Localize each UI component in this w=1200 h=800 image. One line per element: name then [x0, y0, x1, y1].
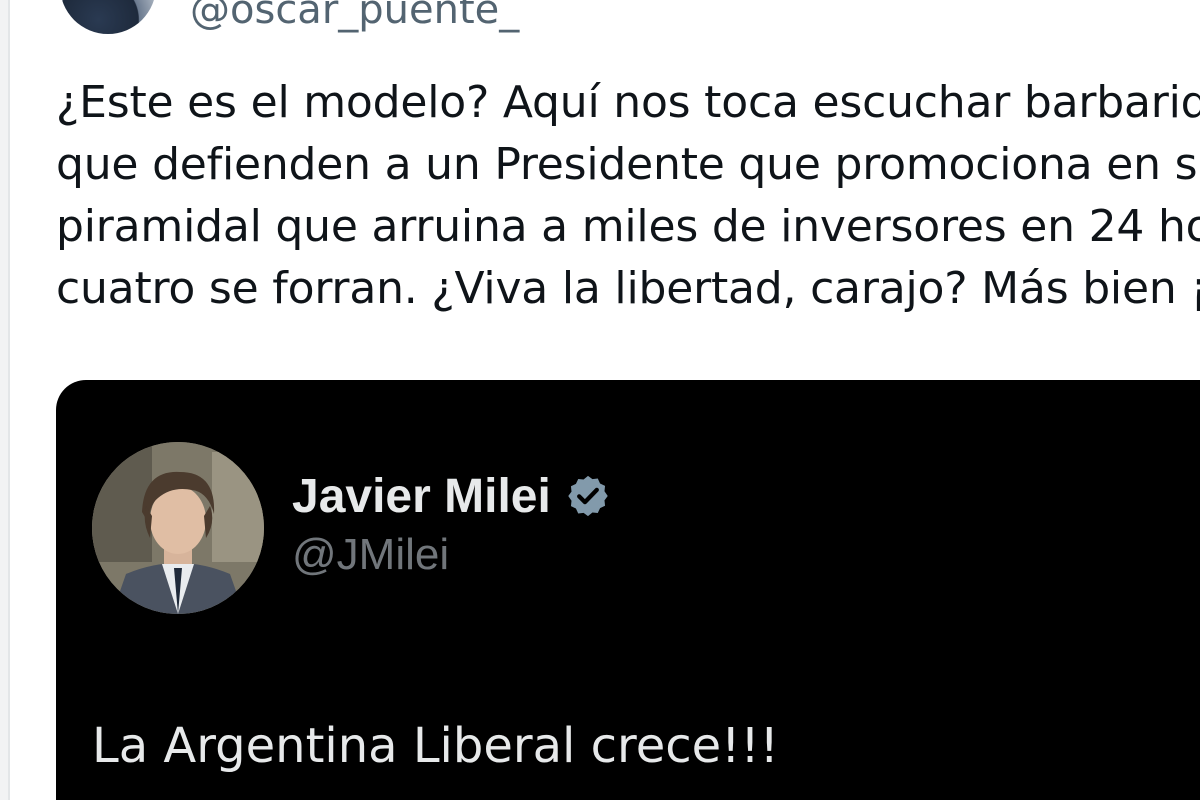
tweet-text-line: cuatro se forran. ¿Viva la libertad, car… — [56, 263, 1200, 314]
quoted-author-handle[interactable]: @JMilei — [292, 530, 449, 580]
verified-badge-icon — [565, 473, 611, 519]
tweet-text-line: piramidal que arruina a miles de inverso… — [56, 201, 1200, 252]
quoted-author-avatar[interactable] — [92, 442, 264, 614]
author-handle[interactable]: @oscar_puente_ — [190, 0, 519, 34]
quoted-tweet-card[interactable]: Javier Milei @JMilei La Argentina Libera… — [56, 380, 1200, 800]
author-avatar[interactable] — [60, 0, 156, 34]
tweet-text-line: que defienden a un Presidente que promoc… — [56, 139, 1200, 190]
window-left-border — [0, 0, 10, 800]
tweet-text-line: ¿Este es el modelo? Aquí nos toca escuch… — [56, 77, 1200, 128]
quoted-author-name-row: Javier Milei — [292, 468, 611, 524]
quoted-author-name[interactable]: Javier Milei — [292, 469, 551, 524]
tweet-text: ¿Este es el modelo? Aquí nos toca escuch… — [56, 72, 1200, 320]
quoted-tweet-text: La Argentina Liberal crece!!! — [92, 718, 779, 774]
